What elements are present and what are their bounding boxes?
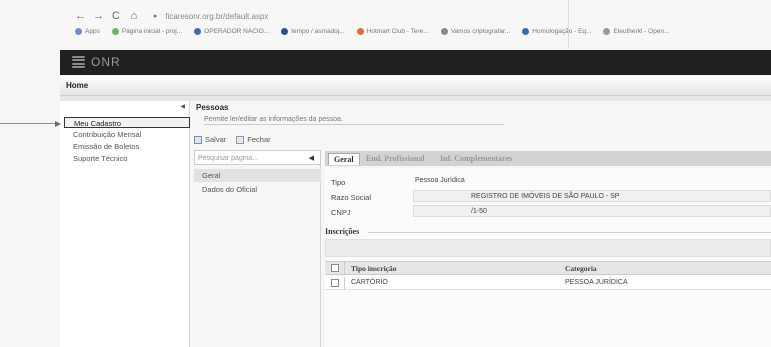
cell-tipo-inscricao: CARTÓRIO <box>351 279 388 286</box>
razao-social-value: REGISTRO DE IMÓVEIS DE SÃO PAULO - SP <box>471 193 620 200</box>
bookmark-label: Hotmart Club - Tere... <box>366 28 429 35</box>
bookmark-item[interactable]: Eleutherkl - Open... <box>603 28 669 35</box>
column-header-tipo-inscricao[interactable]: Tipo inscrição <box>351 264 397 273</box>
sidebar-collapse-icon[interactable]: ◀ <box>180 103 185 110</box>
razao-social-field[interactable]: REGISTRO DE IMÓVEIS DE SÃO PAULO - SP <box>413 190 771 202</box>
cnpj-field[interactable]: /1-50 <box>413 205 771 217</box>
page-search-input[interactable] <box>198 153 298 163</box>
tab-inf-complementares[interactable]: Inf. Complementares <box>435 153 517 165</box>
tipo-label: Tipo <box>331 178 346 187</box>
bookmark-icon <box>111 28 119 35</box>
tipo-value[interactable]: Pessoa Jurídica <box>415 177 465 184</box>
bookmark-item[interactable]: OPERADOR NACIO... <box>194 28 269 35</box>
page-toolbar: Salvar Fechar <box>194 135 271 144</box>
bookmark-icon <box>281 28 289 35</box>
bookmark-label: Eleutherkl - Open... <box>613 28 670 35</box>
bookmark-label: tempo / asmadoj... <box>291 28 345 35</box>
section-divider <box>368 232 771 233</box>
select-all-checkbox[interactable] <box>331 264 339 272</box>
forward-button[interactable]: → <box>93 10 104 22</box>
bookmark-item[interactable]: Vamos criptografar... <box>440 28 511 35</box>
subnav-collapse-icon[interactable]: ◀ <box>309 154 314 162</box>
browser-nav-row: ← → C ⌂ ● ficaresonr.org.br/default.aspx <box>75 9 268 23</box>
sidebar-item-suporte-tecnico[interactable]: Suporte Técnico <box>64 153 190 164</box>
cell-categoria: PESSOA JURÍDICA <box>565 279 628 286</box>
home-tab[interactable]: Home <box>66 81 88 90</box>
cnpj-label: CNPJ <box>331 208 351 217</box>
inscricoes-title: Inscrições <box>325 227 360 236</box>
save-button[interactable]: Salvar <box>194 135 226 144</box>
bookmark-icon <box>603 28 611 35</box>
close-icon <box>236 135 245 144</box>
column-divider <box>344 277 345 289</box>
column-divider <box>344 262 345 274</box>
sidebar-item-emissao-boletos[interactable]: Emissão de Boletos <box>64 141 190 152</box>
logo-text: ONR <box>91 55 121 69</box>
logo-mark-icon <box>72 55 85 69</box>
tabs-bar: Geral End. Profissional Inf. Complementa… <box>325 151 771 166</box>
save-icon <box>194 135 202 144</box>
row-checkbox[interactable] <box>331 279 339 287</box>
sidebar: ◀ Meu Cadastro Contribuição Mensal Emiss… <box>60 101 190 347</box>
bookmark-icon <box>440 28 448 35</box>
bookmark-item[interactable]: Página inicial - proj... <box>111 28 183 35</box>
sidebar-item-contribuicao-mensal[interactable]: Contribuição Mensal <box>64 129 190 140</box>
annotation-line <box>0 123 58 124</box>
bookmark-item[interactable]: tempo / asmadoj... <box>281 28 345 35</box>
bookmark-label: Vamos criptografar... <box>450 28 511 35</box>
grid-toolbar <box>325 239 771 257</box>
home-bar: Home <box>60 76 771 96</box>
grid-header: Tipo inscrição Categoria <box>325 261 771 275</box>
page-header: Pessoas Permite ler/editar as informaçõe… <box>192 101 771 131</box>
column-header-categoria[interactable]: Categoria <box>565 264 597 273</box>
close-button[interactable]: Fechar <box>236 135 271 144</box>
address-bar[interactable]: ficaresonr.org.br/default.aspx <box>165 12 268 21</box>
bookmark-label: OPERADOR NACIO... <box>204 28 270 35</box>
bookmark-icon <box>356 28 364 35</box>
page-search: ◀ <box>194 150 321 165</box>
page-description: Permite ler/editar as informações da pes… <box>204 116 504 125</box>
home-button[interactable]: ⌂ <box>129 10 139 22</box>
subnav-item-dados-oficial[interactable]: Dados do Oficial <box>194 183 321 196</box>
back-button[interactable]: ← <box>75 10 86 22</box>
bookmark-label: Apps <box>85 28 100 35</box>
bookmark-icon <box>194 28 202 35</box>
form-area: Tipo Pessoa Jurídica Razo Social REGISTR… <box>325 168 771 347</box>
table-row[interactable]: CARTÓRIO PESSOA JURÍDICA <box>325 277 771 290</box>
bookmarks-bar: Apps Página inicial - proj... OPERADOR NAC… <box>75 28 669 35</box>
subnav-panel: ◀ Geral Dados do Oficial <box>194 150 321 347</box>
tab-geral[interactable]: Geral <box>328 153 360 165</box>
lock-icon: ● <box>153 12 158 20</box>
bookmark-item[interactable]: Apps <box>75 28 100 35</box>
reload-button[interactable]: C <box>111 10 121 22</box>
annotation-arrow-icon <box>55 121 61 127</box>
close-button-label: Fechar <box>247 135 271 144</box>
browser-toolbar: ← → C ⌂ ● ficaresonr.org.br/default.aspx… <box>55 0 771 47</box>
app-header: ONR <box>60 50 771 75</box>
bookmark-label: Homologação - Eq... <box>532 28 592 35</box>
bookmark-icon <box>522 28 530 35</box>
annotation-divider <box>568 0 569 48</box>
bookmark-icon <box>75 28 82 35</box>
bookmark-item[interactable]: Hotmart Club - Tere... <box>356 28 429 35</box>
tab-end-profissional[interactable]: End. Profissional <box>361 153 430 165</box>
cnpj-value: /1-50 <box>471 208 487 215</box>
page-title: Pessoas <box>196 103 229 112</box>
bookmark-item[interactable]: Homologação - Eq... <box>522 28 591 35</box>
subnav-item-geral[interactable]: Geral <box>194 169 321 182</box>
bookmark-label: Página inicial - proj... <box>121 28 183 35</box>
save-button-label: Salvar <box>205 135 227 144</box>
onr-logo[interactable]: ONR <box>72 55 121 69</box>
razao-social-label: Razo Social <box>331 193 372 202</box>
sidebar-item-meu-cadastro[interactable]: Meu Cadastro <box>64 117 190 128</box>
